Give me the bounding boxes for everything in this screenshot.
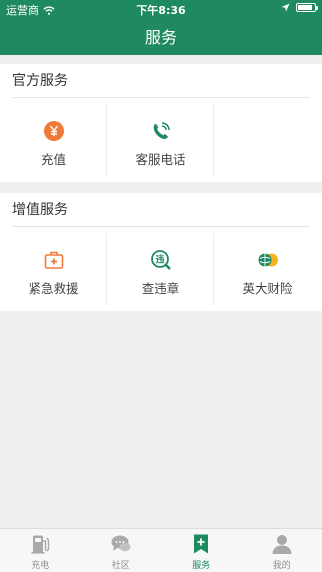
page-title: 服务 xyxy=(144,28,177,47)
emergency-rescue-label: 紧急救援 xyxy=(28,281,79,296)
traffic-violation-label: 查违章 xyxy=(141,281,180,296)
tab-profile[interactable]: 我的 xyxy=(242,529,322,572)
value-added-services-section: 增值服务 紧急救援 违 查违章 英大财险 xyxy=(0,193,322,311)
svg-text:违: 违 xyxy=(155,254,164,266)
tab-bar: 充电 社区 服务 我的 xyxy=(0,528,322,572)
tab-label: 充电 xyxy=(31,561,50,571)
status-time: 下午8:36 xyxy=(136,4,186,17)
violation-search-icon: 违 xyxy=(151,250,171,270)
traffic-violation-button[interactable]: 违 查违章 xyxy=(107,227,214,311)
nav-header: 运营商 下午8:36 服务 xyxy=(0,0,322,55)
emergency-rescue-button[interactable]: 紧急救援 xyxy=(0,227,107,311)
section-title: 增值服务 xyxy=(12,202,68,218)
tab-charging[interactable]: 充电 xyxy=(0,529,81,572)
bookmark-plus-icon xyxy=(194,534,209,554)
tab-label: 服务 xyxy=(192,561,211,571)
recharge-button[interactable]: 充值 xyxy=(0,98,107,182)
customer-service-phone-button[interactable]: 客服电话 xyxy=(107,98,214,182)
official-services-section: 官方服务 充值 客服电话 xyxy=(0,64,322,182)
yingda-insurance-button[interactable]: 英大财险 xyxy=(214,227,321,311)
recharge-label: 充值 xyxy=(40,152,66,167)
status-bar: 运营商 下午8:36 xyxy=(0,0,322,18)
yingda-insurance-label: 英大财险 xyxy=(242,281,293,296)
tab-community[interactable]: 社区 xyxy=(81,529,162,572)
location-arrow-icon xyxy=(281,3,290,12)
first-aid-kit-icon xyxy=(44,251,64,269)
tab-label: 社区 xyxy=(111,561,130,571)
yen-coin-icon xyxy=(44,121,64,141)
battery-icon xyxy=(296,3,318,12)
tab-label: 我的 xyxy=(272,561,291,571)
tab-services[interactable]: 服务 xyxy=(161,529,242,572)
charging-station-icon xyxy=(31,535,50,554)
empty-cell xyxy=(214,98,321,182)
person-icon xyxy=(272,535,292,554)
section-title: 官方服务 xyxy=(12,73,68,89)
yingda-insurance-logo-icon xyxy=(258,253,278,267)
chat-bubbles-icon xyxy=(111,535,131,552)
customer-service-label: 客服电话 xyxy=(135,152,186,167)
phone-icon xyxy=(153,122,170,139)
